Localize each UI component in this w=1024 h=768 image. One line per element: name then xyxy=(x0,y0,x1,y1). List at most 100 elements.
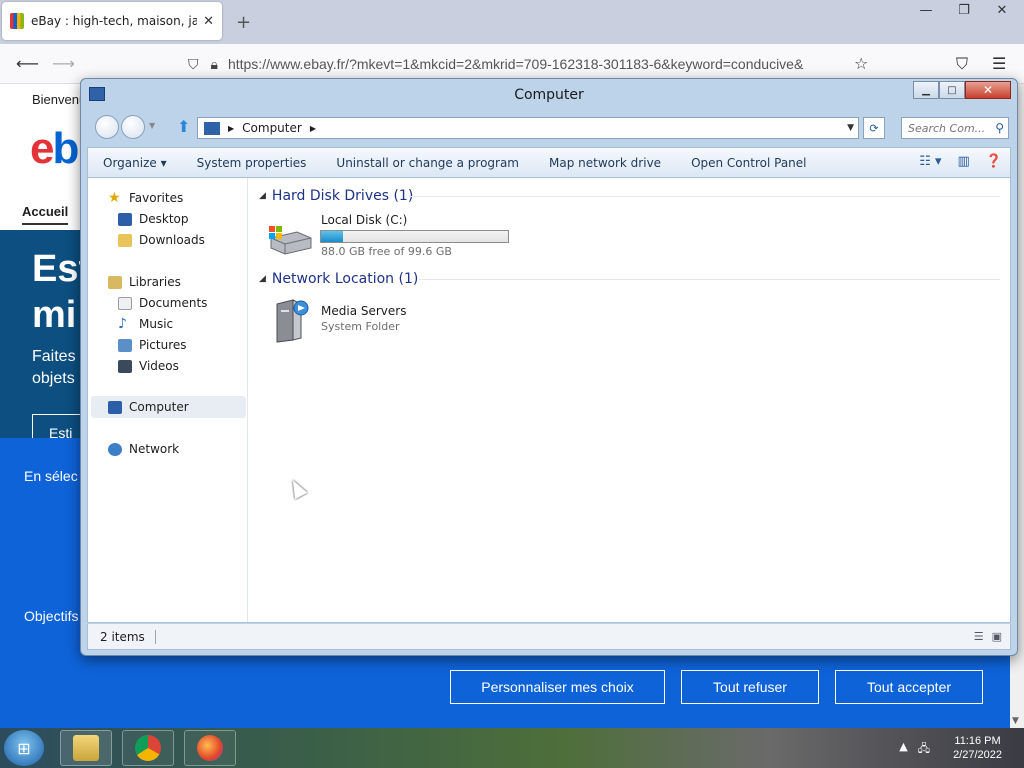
change-view-icon[interactable]: ☷ ▾ xyxy=(919,154,941,169)
close-button[interactable]: ✕ xyxy=(965,81,1011,99)
welcome-text[interactable]: Bienvenu xyxy=(32,92,86,107)
desktop-icon xyxy=(118,212,132,226)
address-row: ▼ ⬆ ▶ Computer ▶ ▼ ⟳ Search Com... ⚲ xyxy=(87,113,1011,143)
scroll-down-icon[interactable]: ▼ xyxy=(1012,716,1019,726)
documents-icon xyxy=(118,296,132,310)
explorer-window: Computer ▁ □ ✕ ▼ ⬆ ▶ Computer ▶ ▼ ⟳ Sear… xyxy=(80,78,1018,656)
url-text: https://www.ebay.fr/?mkevt=1&mkcid=2&mkr… xyxy=(227,56,804,72)
network-icon xyxy=(108,442,122,456)
new-tab-button[interactable]: + xyxy=(236,12,251,33)
status-bar: 2 items ☰ ▣ xyxy=(87,624,1011,650)
command-bar: Organize ▾ System properties Uninstall o… xyxy=(87,147,1011,177)
taskbar: ⊞ ▲ 🖧︎ 11:16 PM 2/27/2022 xyxy=(0,728,1024,768)
open-control-panel-button[interactable]: Open Control Panel xyxy=(676,156,821,170)
help-icon[interactable]: ❓ xyxy=(986,154,1002,169)
group-divider xyxy=(419,279,1000,280)
drive-free-space: 88.0 GB free of 99.6 GB xyxy=(321,245,452,258)
breadcrumb-computer[interactable]: Computer xyxy=(242,121,302,135)
drive-usage-fill xyxy=(321,231,343,242)
collapse-triangle-icon[interactable]: ◢ xyxy=(259,274,266,284)
maximize-button[interactable]: □ xyxy=(939,81,965,99)
music-icon: ♪ xyxy=(118,315,127,332)
navigation-pane: ★ Favorites Desktop Downloads Libraries … xyxy=(88,178,248,622)
address-bar[interactable]: ▶ Computer ▶ ▼ xyxy=(197,117,859,139)
tab-title: eBay : high-tech, maison, jardin xyxy=(31,14,198,28)
menu-hamburger-icon[interactable]: ☰ xyxy=(992,54,1006,73)
taskbar-chrome[interactable] xyxy=(122,730,174,766)
up-arrow-icon[interactable]: ⬆ xyxy=(177,117,190,136)
browser-window-controls: — ❐ ✕ xyxy=(914,0,1014,20)
taskbar-clock[interactable]: 11:16 PM 2/27/2022 xyxy=(953,734,1002,762)
minimize-button[interactable]: ▁ xyxy=(913,81,939,99)
lock-icon[interactable]: 🔒︎ xyxy=(211,56,218,73)
clock-date: 2/27/2022 xyxy=(953,749,1002,761)
back-button[interactable] xyxy=(95,115,119,139)
group-divider xyxy=(409,196,1000,197)
search-placeholder: Search Com... xyxy=(908,121,986,135)
browser-tab-strip: eBay : high-tech, maison, jardin ✕ + — ❐… xyxy=(0,0,1024,44)
breadcrumb-arrow-icon[interactable]: ▶ xyxy=(310,124,316,133)
system-properties-button[interactable]: System properties xyxy=(182,156,322,170)
url-bar[interactable]: ⛉ 🔒︎ https://www.ebay.fr/?mkevt=1&mkcid=… xyxy=(180,50,880,78)
start-button[interactable]: ⊞ xyxy=(4,730,44,766)
videos-icon xyxy=(118,359,132,373)
nav-favorites[interactable]: ★ Favorites xyxy=(108,188,183,208)
nav-downloads[interactable]: Downloads xyxy=(118,230,205,250)
chrome-icon xyxy=(135,735,161,761)
shield-icon[interactable]: ⛉ xyxy=(188,56,199,73)
minimize-button[interactable]: — xyxy=(914,0,938,20)
nav-libraries[interactable]: Libraries xyxy=(108,272,181,292)
taskbar-explorer[interactable] xyxy=(60,730,112,766)
large-icons-view-icon[interactable]: ▣ xyxy=(992,630,1002,643)
group-network-location[interactable]: ◢ Network Location (1) xyxy=(259,269,418,289)
map-network-drive-button[interactable]: Map network drive xyxy=(534,156,676,170)
customize-choices-button[interactable]: Personnaliser mes choix xyxy=(450,670,665,704)
tab-close-icon[interactable]: ✕ xyxy=(203,14,214,29)
nav-videos[interactable]: Videos xyxy=(118,356,179,376)
nav-network[interactable]: Network xyxy=(108,439,179,459)
nav-music[interactable]: ♪ Music xyxy=(118,314,173,334)
network-status-icon[interactable]: 🖧︎ xyxy=(918,740,930,759)
back-arrow-icon[interactable]: ⟵ xyxy=(16,54,39,73)
address-dropdown-icon[interactable]: ▼ xyxy=(847,123,854,133)
ebay-favicon-icon xyxy=(10,13,24,29)
forward-arrow-icon[interactable]: ⟶ xyxy=(52,54,75,73)
uninstall-program-button[interactable]: Uninstall or change a program xyxy=(321,156,534,170)
computer-icon xyxy=(204,121,220,135)
accept-all-button[interactable]: Tout accepter xyxy=(835,670,983,704)
downloads-folder-icon xyxy=(118,233,132,247)
nav-pictures[interactable]: Pictures xyxy=(118,335,187,355)
organize-menu[interactable]: Organize ▾ xyxy=(88,156,182,170)
refuse-all-button[interactable]: Tout refuser xyxy=(681,670,819,704)
star-icon: ★ xyxy=(108,189,121,206)
item-count: 2 items xyxy=(100,630,156,644)
history-dropdown-icon[interactable]: ▼ xyxy=(149,121,155,130)
net-item-name: Media Servers xyxy=(321,304,407,318)
preview-pane-icon[interactable]: ▥ xyxy=(958,154,970,169)
group-hard-disk-drives[interactable]: ◢ Hard Disk Drives (1) xyxy=(259,186,413,206)
nav-desktop[interactable]: Desktop xyxy=(118,209,189,229)
tray-expand-icon[interactable]: ▲ xyxy=(899,740,907,759)
pocket-icon[interactable]: ⛉ xyxy=(956,54,968,74)
maximize-button[interactable]: ❐ xyxy=(952,0,976,20)
collapse-triangle-icon[interactable]: ◢ xyxy=(259,191,266,201)
nav-documents[interactable]: Documents xyxy=(118,293,207,313)
nav-accueil[interactable]: Accueil xyxy=(22,204,69,225)
bookmark-star-icon[interactable]: ☆ xyxy=(854,54,868,73)
taskbar-firefox[interactable] xyxy=(184,730,236,766)
refresh-button[interactable]: ⟳ xyxy=(863,117,885,139)
nav-computer[interactable]: Computer xyxy=(108,397,189,417)
window-title: Computer xyxy=(514,87,584,103)
libraries-icon xyxy=(108,275,122,289)
forward-button[interactable] xyxy=(121,115,145,139)
breadcrumb-arrow-icon[interactable]: ▶ xyxy=(228,124,234,133)
close-window-button[interactable]: ✕ xyxy=(990,0,1014,20)
consent-text: En sélec exemple, ou de tie votre app d'… xyxy=(24,468,84,484)
clock-time: 11:16 PM xyxy=(954,735,1001,747)
drive-usage-bar xyxy=(320,230,509,243)
search-icon[interactable]: ⚲ xyxy=(995,121,1004,135)
search-input[interactable]: Search Com... ⚲ xyxy=(901,117,1009,139)
details-view-icon[interactable]: ☰ xyxy=(974,630,984,643)
ebay-logo[interactable]: eb xyxy=(30,124,79,174)
browser-tab-ebay[interactable]: eBay : high-tech, maison, jardin ✕ xyxy=(2,2,222,40)
